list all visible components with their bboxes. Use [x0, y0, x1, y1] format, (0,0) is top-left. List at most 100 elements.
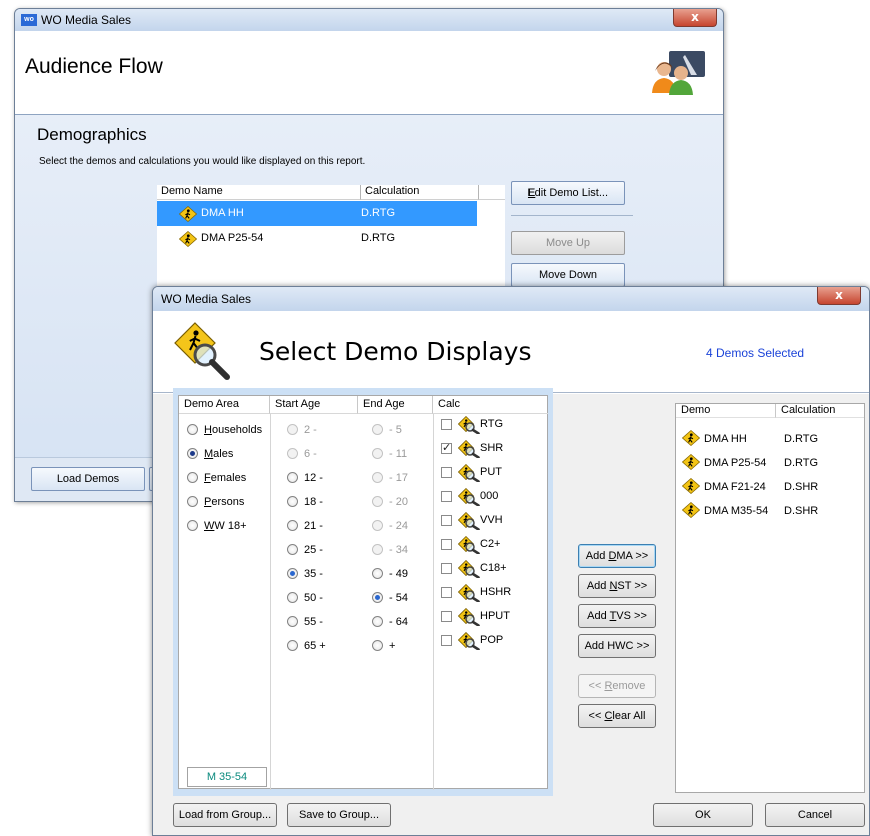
start-age-radio[interactable]: 25 - [287, 544, 323, 556]
radio-circle [187, 424, 198, 435]
radio-label: 21 - [304, 520, 323, 532]
demo-area-radio-females[interactable]: Females [187, 472, 246, 484]
add-dma-button[interactable]: Add DMA >> [578, 544, 656, 568]
load-from-group-button[interactable]: Load from Group... [173, 803, 277, 827]
checkbox-label: C18+ [480, 562, 507, 574]
edit-demo-list-button[interactable]: EEdit Demo List... [511, 181, 625, 205]
column-divider [433, 414, 434, 790]
radio-label: 65 + [304, 640, 326, 652]
col-header-demo-name[interactable]: Demo Name [157, 185, 361, 200]
start-age-radio[interactable]: 55 - [287, 616, 323, 628]
checkbox-label: POP [480, 634, 504, 646]
demo-search-icon [457, 607, 480, 629]
selected-demo-name: DMA M35-54 [704, 505, 769, 517]
move-down-button[interactable]: Move Down [511, 263, 625, 287]
demo-summary-field: M 35-54 [187, 767, 267, 787]
ok-button[interactable]: OK [653, 803, 753, 827]
calc-checkbox-shr[interactable]: ✓ SHR [441, 439, 541, 460]
radio-circle [372, 424, 383, 435]
list-item[interactable]: DMA HH D.RTG [681, 429, 860, 450]
selected-demos-list: Demo Calculation DMA HH D.RTG DMA P25-54 D.… [675, 403, 865, 793]
end-age-radio[interactable]: - 49 [372, 568, 408, 580]
calc-checkbox-c18-[interactable]: C18+ [441, 559, 541, 581]
list-item[interactable]: DMA F21-24 D.SHR [681, 477, 860, 498]
demo-search-icon [457, 535, 480, 557]
radio-label: Females [204, 472, 247, 484]
start-age-radio[interactable]: 50 - [287, 592, 323, 604]
title-bar[interactable]: WO Media Sales x [153, 287, 869, 311]
calc-checkbox-put[interactable]: PUT [441, 463, 541, 484]
list-item[interactable]: DMA P25-54 D.RTG [681, 453, 860, 474]
window-header: Audience Flow [15, 31, 723, 115]
end-age-radio[interactable]: - 64 [372, 616, 408, 628]
demo-area-radio-males[interactable]: Males [187, 448, 233, 460]
radio-circle [372, 640, 383, 651]
radio-label: - 17 [389, 472, 408, 484]
move-up-button[interactable]: Move Up [511, 231, 625, 255]
demo-area-radio-households[interactable]: Households [187, 424, 262, 436]
selected-demo-name: DMA P25-54 [704, 457, 767, 469]
selected-demo-calc: D.SHR [784, 505, 819, 517]
radio-label: - 49 [389, 568, 408, 580]
save-to-group-button[interactable]: Save to Group... [287, 803, 391, 827]
radio-label: 25 - [304, 544, 323, 556]
calc-checkbox-hput[interactable]: HPUT [441, 607, 541, 629]
radio-label: - 34 [389, 544, 408, 556]
add-hwc-button[interactable]: Add HWC >> [578, 634, 656, 658]
radio-label: 12 - [304, 472, 323, 484]
demo-area-radio-ww-18-[interactable]: WW 18+ [187, 520, 247, 532]
dialog-body: Demo Area Start Age End Age Calc Househo… [153, 388, 869, 835]
demo-search-icon [457, 415, 480, 437]
load-demos-button[interactable]: Load Demos [31, 467, 145, 491]
demo-name: DMA P25-54 [201, 232, 264, 244]
calc-checkbox-000[interactable]: 000 [441, 487, 541, 508]
audience-people-icon [652, 51, 705, 95]
calc-checkbox-vvh[interactable]: VVH [441, 511, 541, 533]
col-header-calculation[interactable]: Calculation [361, 185, 479, 200]
demo-search-icon [457, 511, 480, 533]
list-item[interactable]: DMA M35-54 D.SHR [681, 501, 860, 522]
title-bar[interactable]: wo WO Media Sales x [15, 9, 723, 31]
calc-checkbox-pop[interactable]: POP [441, 631, 541, 652]
radio-label: - 20 [389, 496, 408, 508]
end-age-radio[interactable]: + [372, 640, 395, 652]
demo-area-radio-persons[interactable]: Persons [187, 496, 244, 508]
calc-checkbox-hshr[interactable]: HSHR [441, 583, 541, 604]
demo-person-icon [179, 231, 197, 247]
start-age-radio[interactable]: 35 - [287, 568, 323, 580]
radio-label: Households [204, 424, 263, 436]
end-age-radio: - 11 [372, 448, 407, 460]
cancel-button[interactable]: Cancel [765, 803, 865, 827]
start-age-radio[interactable]: 21 - [287, 520, 323, 532]
checkbox-label: RTG [480, 418, 504, 430]
table-row[interactable]: DMA P25-54 D.RTG [157, 226, 477, 251]
add-tvs-button[interactable]: Add TVS >> [578, 604, 656, 628]
clear-all-button[interactable]: << Clear All [578, 704, 656, 728]
radio-circle [287, 592, 298, 603]
start-age-radio[interactable]: 65 + [287, 640, 326, 652]
divider [511, 215, 633, 216]
start-age-radio[interactable]: 12 - [287, 472, 323, 484]
calc-checkbox-rtg[interactable]: RTG [441, 415, 541, 437]
table-row[interactable]: DMA HH D.RTG [157, 201, 477, 226]
radio-circle [372, 496, 383, 507]
demo-person-icon [681, 501, 701, 521]
section-title: Demographics [37, 125, 147, 144]
start-age-radio[interactable]: 18 - [287, 496, 323, 508]
edit-demo-list-label: Edit Demo List... [527, 187, 609, 199]
selected-demo-name: DMA F21-24 [704, 481, 766, 493]
add-nst-button[interactable]: Add NST >> [578, 574, 656, 598]
app-icon: wo [21, 14, 37, 26]
demo-search-icon [457, 559, 480, 581]
end-age-radio[interactable]: - 54 [372, 592, 408, 604]
end-age-radio: - 20 [372, 496, 408, 508]
checkbox-box [441, 515, 452, 526]
close-button[interactable]: x [817, 287, 861, 305]
radio-label: WW 18+ [204, 520, 247, 532]
close-button[interactable]: x [673, 9, 717, 27]
end-age-radio: - 17 [372, 472, 408, 484]
calc-checkbox-c2-[interactable]: C2+ [441, 535, 541, 557]
radio-label: 2 - [304, 424, 317, 436]
radio-label: Males [204, 448, 234, 460]
dialog-heading: Select Demo Displays [259, 337, 532, 366]
